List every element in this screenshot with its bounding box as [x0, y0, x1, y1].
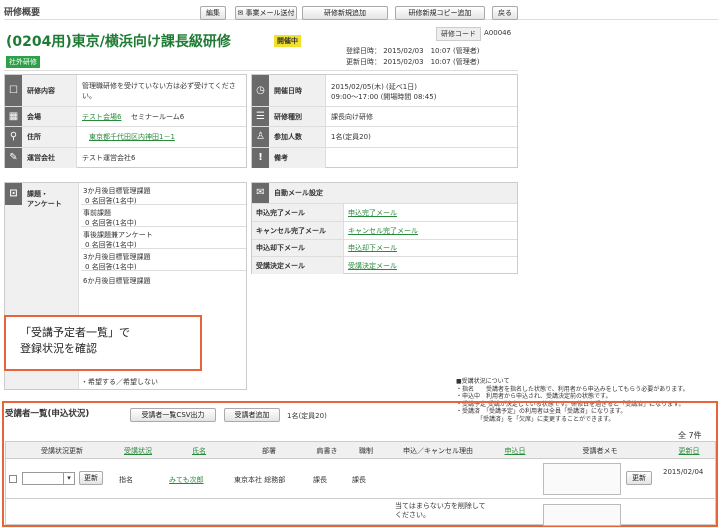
- row-updated: 2015/02/04: [663, 468, 704, 476]
- note-row: ! 備考: [252, 148, 517, 168]
- exclamation-icon: !: [252, 148, 269, 168]
- survey-icon: ⊡: [5, 183, 22, 205]
- col-status[interactable]: 受講状況: [116, 446, 160, 456]
- copy-training-button[interactable]: 研修新規コピー追加: [395, 6, 485, 20]
- automail-table: ✉ 自動メール設定 申込完了メール 申込完了メール キャンセル完了メール キャンセル…: [251, 182, 518, 274]
- status-select[interactable]: ▾: [22, 472, 75, 485]
- row-title: 課長: [313, 476, 327, 484]
- col-memo: 受講者メモ: [582, 447, 618, 455]
- attendees-table-header: 受講状況更新 受講状況 氏名 部署 肩書き 職制 申込／キャンセル理由 申込日 …: [5, 441, 716, 459]
- type-row: ☰ 研修種別 課長向け研修: [252, 107, 517, 127]
- csv-export-button[interactable]: 受講者一覧CSV出力: [130, 408, 216, 422]
- survey-item-3: 事後課題兼アンケート 0 名回答(1名中): [81, 227, 246, 249]
- date-row: ◷ 開催日時 2015/02/05(木) (延べ1日) 09:00～17:00 (…: [252, 75, 517, 107]
- automail-title: 自動メール設定: [274, 189, 323, 197]
- chevron-down-icon: ▾: [63, 473, 74, 484]
- table-row: 当てはまらない方を削除してください。: [5, 499, 716, 526]
- person-icon: ♙: [252, 127, 269, 147]
- venue-link[interactable]: テスト会場6: [82, 112, 121, 122]
- company-row: ✎ 運営会社 テスト運営会社6: [5, 148, 246, 168]
- automail-row-1: 申込完了メール 申込完了メール: [252, 204, 517, 222]
- row-dept: 東京本社 総務部: [234, 476, 286, 484]
- status-badge: 開催中: [274, 35, 301, 47]
- list-icon: ☰: [252, 107, 269, 126]
- row-update-button[interactable]: 更新: [79, 471, 103, 485]
- training-tag: 社外研修: [6, 56, 40, 68]
- memo-textarea-2[interactable]: [543, 504, 621, 526]
- automail-row-4: 受講決定メール 受講決定メール: [252, 257, 517, 274]
- table-row: ▾ 更新 指名 みても次郎 東京本社 総務部 課長 課長 更新 2015/02/…: [5, 459, 716, 499]
- col-name[interactable]: 氏名: [166, 446, 232, 456]
- updated-date: 更新日時： 2015/02/03 10:07 (管理者): [346, 58, 480, 66]
- col-updated[interactable]: 更新日: [664, 446, 714, 456]
- new-training-button[interactable]: 研修新規追加: [302, 6, 388, 20]
- col-reason: 申込／キャンセル理由: [403, 447, 473, 455]
- row-name[interactable]: みても次郎: [169, 475, 204, 485]
- count-row: ♙ 参加人数 1名(定員20): [252, 127, 517, 148]
- pencil-icon: ✎: [5, 148, 22, 168]
- header-divider: [4, 70, 518, 71]
- address-link[interactable]: 東京都千代田区内神田1－1: [89, 132, 175, 142]
- details-right-table: ◷ 開催日時 2015/02/05(木) (延べ1日) 09:00～17:00 (…: [251, 74, 518, 168]
- col-status-update: 受講状況更新: [41, 447, 83, 455]
- survey-item-1: 3か月後目標管理課題 0 名回答(1名中): [81, 183, 246, 205]
- automail-row-3: 申込却下メール 申込却下メール: [252, 240, 517, 257]
- col-apply-date[interactable]: 申込日: [490, 446, 540, 456]
- add-attendee-button[interactable]: 受講者追加: [224, 408, 280, 422]
- training-title: (0204用)東京/横浜向け課長級研修: [6, 34, 231, 50]
- callout-box: 「受講予定者一覧」で 登録状況を確認: [4, 315, 202, 371]
- memo-textarea[interactable]: [543, 463, 621, 495]
- memo-update-button[interactable]: 更新: [626, 471, 652, 485]
- mail-icon: ✉: [252, 183, 269, 203]
- automail-row-2: キャンセル完了メール キャンセル完了メール: [252, 222, 517, 240]
- content-row: ☐ 研修内容 管理職研修を受けていない方は必ず受けてください。: [5, 75, 246, 107]
- survey-item-4: 3か月後目標管理課題 0 名回答(1名中): [81, 249, 246, 271]
- col-post: 職制: [359, 447, 373, 455]
- survey-footer: ・希望する／希望しない: [81, 378, 158, 386]
- training-code: A00046: [484, 29, 512, 37]
- details-left-table: ☐ 研修内容 管理職研修を受けていない方は必ず受けてください。 ▦ 会場 テスト会場…: [4, 74, 247, 168]
- registered-date: 登録日時： 2015/02/03 10:07 (管理者): [346, 47, 480, 55]
- map-pin-icon: ⚲: [5, 127, 22, 147]
- survey-item-5: 6か月後目標管理課題: [83, 277, 151, 285]
- venue-row: ▦ 会場 テスト会場6 セミナールーム6: [5, 107, 246, 127]
- comment-icon: ☐: [5, 75, 22, 106]
- col-dept: 部署: [262, 447, 276, 455]
- training-code-label: 研修コード: [436, 27, 481, 41]
- page-heading: 研修概要: [4, 8, 41, 18]
- survey-item-2: 事前課題 0 名回答(1名中): [81, 205, 246, 227]
- row-checkbox[interactable]: [9, 475, 17, 483]
- attendees-title: 受講者一覧(申込状況): [5, 409, 90, 419]
- building-icon: ▦: [5, 107, 22, 126]
- edit-button[interactable]: 編集: [200, 6, 226, 20]
- back-button[interactable]: 戻る: [492, 6, 518, 20]
- attendee-count: 1名(定員20): [287, 412, 327, 420]
- reason-note: 当てはまらない方を削除してください。: [395, 502, 486, 519]
- row-status: 指名: [119, 476, 133, 484]
- clock-icon: ◷: [252, 75, 269, 106]
- send-mail-button[interactable]: ✉ 事業メール送付: [235, 6, 297, 20]
- col-title: 肩書き: [316, 447, 338, 455]
- total-count: 全 7件: [678, 431, 702, 440]
- row-post: 課長: [352, 476, 366, 484]
- address-row: ⚲ 住所 東京都千代田区内神田1－1: [5, 127, 246, 148]
